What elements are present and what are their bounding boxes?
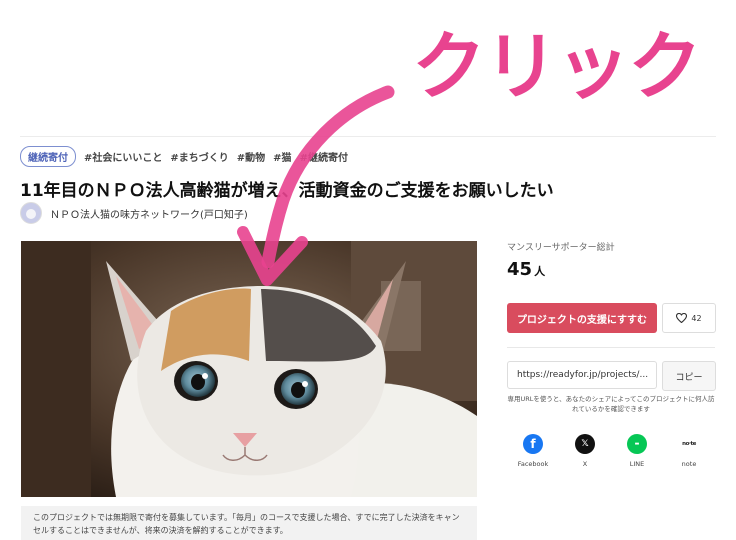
- donation-notice: このプロジェクトでは無期限で寄付を募集しています。「毎月」のコースで支援した場合…: [21, 506, 477, 540]
- project-hero-image: [21, 241, 477, 497]
- share-url-field[interactable]: https://readyfor.jp/projects/...: [507, 361, 657, 389]
- share-line-button[interactable]: ▬ LINE: [615, 434, 659, 468]
- like-count: 42: [691, 313, 702, 323]
- project-title: 11年目のＮＰＯ法人高齢猫が増え、活動資金のご支援をお願いしたい: [20, 181, 554, 201]
- project-sidebar: マンスリーサポーター総計 45 人 プロジェクトの支援にすすむ 42 https:…: [507, 240, 716, 468]
- supporters-unit: 人: [534, 265, 546, 278]
- tag-link[interactable]: #社会にいいこと: [84, 149, 162, 164]
- sidebar-divider: [507, 347, 715, 348]
- note-icon: no·te: [682, 441, 696, 447]
- tag-link[interactable]: #継続寄付: [300, 149, 348, 164]
- click-overlay-text: クリック: [412, 24, 702, 110]
- share-label: LINE: [629, 460, 645, 468]
- supporters-label: マンスリーサポーター総計: [507, 243, 615, 253]
- heart-icon: [676, 313, 688, 323]
- project-owner[interactable]: ＮＰＯ法人猫の味方ネットワーク(戸口知子): [20, 202, 248, 224]
- share-label: note: [681, 460, 697, 468]
- supporters-number: 45: [507, 259, 533, 280]
- share-label: X: [582, 460, 588, 468]
- share-url-note: 専用URLを使うと、あなたのシェアによってこのプロジェクトに何人訪れているかを確…: [507, 395, 715, 413]
- tag-list: 継続寄付 #社会にいいこと #まちづくり #動物 #猫 #継続寄付: [20, 146, 348, 167]
- support-project-button[interactable]: プロジェクトの支援にすすむ: [507, 303, 657, 333]
- x-icon: 𝕏: [575, 434, 595, 454]
- avatar: [20, 202, 42, 224]
- tag-link[interactable]: #猫: [273, 149, 291, 164]
- tag-link[interactable]: #動物: [237, 149, 265, 164]
- share-facebook-button[interactable]: f Facebook: [511, 434, 555, 468]
- header-divider: [20, 136, 716, 137]
- copy-button[interactable]: コピー: [662, 361, 716, 391]
- like-button[interactable]: 42: [662, 303, 716, 333]
- facebook-icon: f: [523, 434, 543, 454]
- share-buttons: f Facebook 𝕏 X ▬ LINE no·te note: [507, 434, 715, 468]
- owner-name[interactable]: ＮＰＯ法人猫の味方ネットワーク(戸口知子): [50, 206, 248, 221]
- category-badge[interactable]: 継続寄付: [20, 146, 76, 167]
- line-icon: ▬: [627, 434, 647, 454]
- share-x-button[interactable]: 𝕏 X: [563, 434, 607, 468]
- tag-link[interactable]: #まちづくり: [170, 149, 228, 164]
- share-label: Facebook: [517, 460, 549, 468]
- supporters-count: 45 人: [507, 259, 715, 280]
- share-note-button[interactable]: no·te note: [667, 434, 711, 468]
